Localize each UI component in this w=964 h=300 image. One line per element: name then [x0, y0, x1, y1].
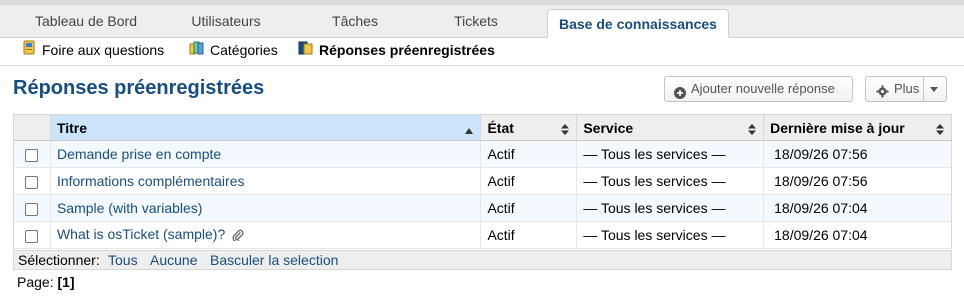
response-title-link[interactable]: What is osTicket (sample)?: [57, 226, 225, 242]
state-cell: Actif: [480, 194, 577, 222]
attachment-icon: [232, 228, 244, 244]
title-cell: Informations complémentaires: [49, 167, 481, 195]
sort-icon: [748, 122, 757, 138]
service-cell: — Tous les services —: [576, 140, 764, 168]
response-title-link[interactable]: Sample (with variables): [57, 200, 203, 216]
title-cell: What is osTicket (sample)?: [49, 221, 481, 249]
gear-icon: [876, 82, 889, 106]
tab-tasks[interactable]: Tâches: [300, 5, 410, 38]
faq-icon: [22, 38, 37, 62]
page-label: Page:: [17, 274, 54, 290]
subnav-label: Réponses préenregistrées: [319, 42, 495, 58]
tab-dashboard[interactable]: Tableau de Bord: [20, 5, 152, 38]
more-label: Plus: [894, 81, 920, 96]
pagination: Page: [1]: [17, 274, 75, 290]
top-nav: Tableau de Bord Utilisateurs Tâches Tick…: [0, 0, 964, 38]
row-checkbox-cell: [13, 140, 51, 168]
subnav-label: Foire aux questions: [42, 42, 165, 58]
current-page[interactable]: [1]: [57, 274, 74, 290]
row-checkbox[interactable]: [25, 202, 39, 216]
table-row: Informations complémentaires Actif — Tou…: [13, 167, 952, 195]
table-header-row: Titre État Service Dernière mise à jour: [13, 114, 952, 141]
title-cell: Demande prise en compte: [49, 140, 481, 168]
sort-icon: [936, 122, 944, 138]
column-label: Service: [583, 119, 634, 136]
updated-cell: 18/09/26 07:56: [763, 167, 952, 195]
service-cell: — Tous les services —: [576, 167, 764, 195]
subnav-label: Catégories: [210, 42, 278, 58]
service-cell: — Tous les services —: [576, 221, 764, 249]
title-cell: Sample (with variables): [49, 194, 481, 222]
sort-icon: [561, 122, 570, 138]
column-header-title[interactable]: Titre: [49, 114, 482, 141]
row-checkbox[interactable]: [25, 229, 39, 243]
column-header-state[interactable]: État: [480, 114, 578, 141]
table-row: Sample (with variables) Actif — Tous les…: [13, 194, 952, 222]
tab-tickets[interactable]: Tickets: [430, 5, 522, 38]
column-header-service[interactable]: Service: [576, 114, 765, 141]
subnav-item-canned-responses[interactable]: Réponses préenregistrées: [298, 38, 495, 65]
tab-users[interactable]: Utilisateurs: [166, 5, 286, 38]
tab-knowledgebase[interactable]: Base de connaissances: [547, 9, 729, 38]
column-header-updated[interactable]: Dernière mise à jour: [763, 114, 952, 141]
response-title-link[interactable]: Demande prise en compte: [57, 146, 221, 162]
more-button[interactable]: Plus: [865, 76, 947, 102]
state-cell: Actif: [480, 221, 577, 249]
dropdown-toggle[interactable]: [923, 77, 946, 101]
row-checkbox-cell: [13, 221, 51, 249]
state-cell: Actif: [480, 167, 577, 195]
row-checkbox[interactable]: [25, 175, 39, 189]
caret-down-icon: [930, 87, 938, 92]
plus-circle-icon: [674, 83, 686, 107]
response-title-link[interactable]: Informations complémentaires: [57, 173, 245, 189]
header-checkbox-cell: [13, 114, 51, 141]
table-row: What is osTicket (sample)? Actif — Tous …: [13, 221, 952, 249]
row-checkbox[interactable]: [25, 148, 39, 162]
page-title: Réponses préenregistrées: [13, 77, 265, 99]
canned-responses-table: Titre État Service Dernière mise à jour: [13, 114, 952, 249]
service-cell: — Tous les services —: [576, 194, 764, 222]
sort-asc-icon: [465, 122, 474, 138]
select-none-link[interactable]: Aucune: [150, 252, 197, 268]
toggle-selection-link[interactable]: Basculer la selection: [210, 252, 338, 268]
canned-responses-icon: [298, 38, 314, 62]
row-checkbox-cell: [13, 194, 51, 222]
column-label: Dernière mise à jour: [770, 119, 905, 136]
state-cell: Actif: [480, 140, 577, 168]
row-checkbox-cell: [13, 167, 51, 195]
categories-icon: [189, 38, 205, 62]
updated-cell: 18/09/26 07:04: [763, 194, 952, 222]
table-row: Demande prise en compte Actif — Tous les…: [13, 140, 952, 168]
select-all-link[interactable]: Tous: [108, 252, 138, 268]
add-response-button[interactable]: Ajouter nouvelle réponse: [664, 76, 853, 102]
updated-cell: 18/09/26 07:56: [763, 140, 952, 168]
sub-nav: Foire aux questions Catégories Réponses …: [0, 38, 964, 66]
select-label: Sélectionner:: [18, 252, 100, 268]
subnav-item-faq[interactable]: Foire aux questions: [22, 38, 164, 65]
column-label: Titre: [56, 119, 88, 136]
selection-bar: Sélectionner: Tous Aucune Basculer la se…: [13, 250, 952, 270]
subnav-item-categories[interactable]: Catégories: [189, 38, 278, 65]
updated-cell: 18/09/26 07:04: [763, 221, 952, 249]
add-response-label: Ajouter nouvelle réponse: [691, 81, 835, 96]
column-label: État: [487, 119, 514, 136]
